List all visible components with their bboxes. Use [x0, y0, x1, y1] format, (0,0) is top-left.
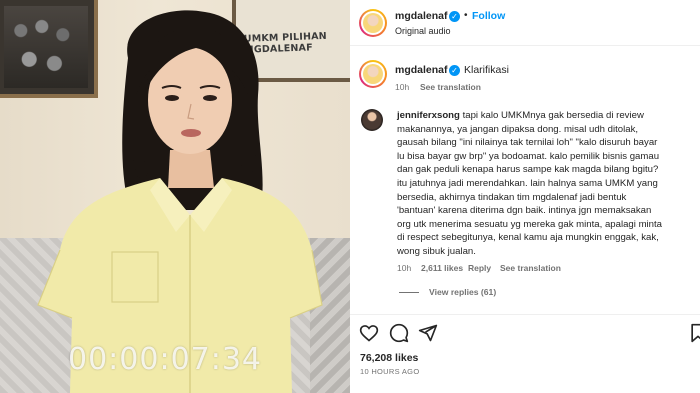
commenter-avatar[interactable]	[361, 109, 383, 131]
video-timecode: 00:00:07:34	[68, 342, 263, 377]
post-likes-count[interactable]: 76,208 likes	[360, 352, 418, 364]
comment-line: 'bantuan' karena diterima dgn baik. inti…	[397, 205, 652, 217]
comment-line: lu bisa bayar gw brp" ya bodoamat. kalo …	[397, 150, 660, 162]
post-timestamp: 10 HOURS AGO	[360, 367, 420, 376]
comment-line: makanannya, ya jangan dipaksa dong. misa…	[397, 123, 639, 135]
video-player[interactable]: UMKM PILIHAN MGDALENAF 00:00:07:34	[0, 0, 350, 393]
comment-line: org utk menerima sesuatu yg mereka gak m…	[397, 218, 663, 230]
verified-badge-icon: ✓	[449, 11, 460, 22]
share-icon[interactable]	[418, 323, 438, 343]
comment-line: jenniferxsong tapi kalo UMKMnya gak bers…	[397, 110, 644, 121]
view-replies-button[interactable]: View replies (61)	[399, 287, 496, 297]
comment-line: gausah bilang "ini nilainya tak ternilai…	[397, 137, 658, 149]
comment-body: jenniferxsong tapi kalo UMKMnya gak bers…	[397, 109, 697, 259]
post-header: mgdalenaf ✓ • Follow Original audio	[350, 0, 700, 46]
view-replies-label: View replies (61)	[429, 287, 497, 297]
author-avatar[interactable]	[359, 9, 387, 37]
action-bar	[350, 314, 700, 354]
caption-username[interactable]: mgdalenaf	[395, 64, 448, 76]
comment-line: di respect sebegitunya, kenal kamu aja m…	[397, 232, 659, 244]
commenter-username[interactable]: jenniferxsong	[397, 110, 460, 121]
caption-verified-icon: ✓	[449, 65, 460, 76]
comment-line: itu jatuhnya jadi merendahkan. lain haln…	[397, 177, 658, 189]
comment-likes[interactable]: 2,611 likes	[421, 263, 463, 273]
comment-line: bersedia, akhirnya tindakan tim mgdalena…	[397, 191, 627, 203]
comment-line: dan gak peduli kenapa harus sampe kak ma…	[397, 164, 659, 176]
comment-icon[interactable]	[389, 323, 409, 343]
speaker-figure	[37, 10, 323, 393]
audio-link[interactable]: Original audio	[395, 26, 451, 36]
caption-see-translation[interactable]: See translation	[420, 82, 481, 92]
reply-button[interactable]: Reply	[468, 263, 491, 273]
replies-divider	[399, 291, 419, 293]
comment-see-translation[interactable]: See translation	[500, 263, 561, 273]
caption-age: 10h	[395, 82, 410, 92]
bookmark-icon[interactable]	[688, 323, 700, 343]
caption-text: Klarifikasi	[464, 64, 509, 76]
comment-age: 10h	[397, 263, 412, 273]
caption-avatar[interactable]	[359, 60, 387, 88]
separator-dot: •	[464, 10, 468, 21]
comment-line: wong sibuk jualan.	[397, 245, 476, 257]
follow-button[interactable]: Follow	[472, 10, 505, 22]
author-username[interactable]: mgdalenaf	[395, 10, 448, 22]
heart-icon[interactable]	[359, 323, 379, 343]
post-sidebar: mgdalenaf ✓ • Follow Original audio mgda…	[350, 0, 700, 393]
